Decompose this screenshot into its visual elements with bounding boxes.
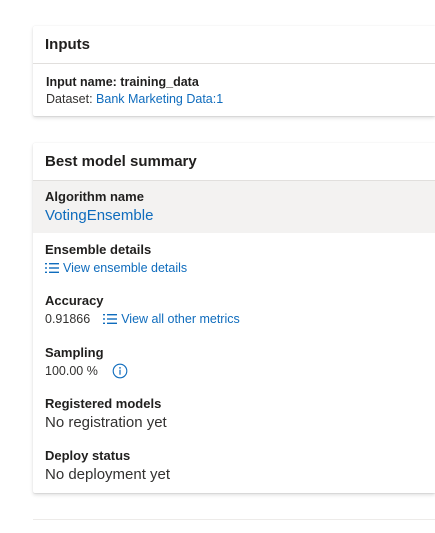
deploy-status-label: Deploy status [45, 448, 131, 463]
algorithm-section: Algorithm name VotingEnsemble [33, 181, 435, 233]
algorithm-link[interactable]: VotingEnsemble [45, 206, 435, 226]
sampling-section: Sampling 100.00 % [33, 337, 435, 389]
info-icon[interactable] [112, 363, 128, 379]
accuracy-value: 0.91866 [45, 312, 91, 326]
divider [33, 519, 435, 520]
ensemble-label: Ensemble details [45, 242, 152, 257]
accuracy-label: Accuracy [45, 293, 104, 308]
sampling-label: Sampling [45, 345, 104, 360]
sampling-value: 100.00 % [45, 364, 98, 378]
input-name: Input name: training_data [46, 75, 199, 89]
dataset-line: Dataset: Bank Marketing Data:1 [46, 91, 435, 108]
accuracy-section: Accuracy 0.91866 View all other metrics [33, 285, 435, 337]
view-ensemble-details-link[interactable]: View ensemble details [45, 259, 187, 277]
algorithm-label: Algorithm name [45, 189, 144, 204]
dataset-link[interactable]: Bank Marketing Data:1 [96, 92, 223, 106]
deploy-status-section: Deploy status No deployment yet [33, 441, 435, 493]
registered-models-section: Registered models No registration yet [33, 389, 435, 441]
list-icon [45, 263, 59, 273]
best-model-summary-card: Best model summary Algorithm name Voting… [33, 143, 435, 493]
view-all-metrics-link[interactable]: View all other metrics [103, 310, 240, 328]
list-icon [103, 314, 118, 324]
registered-models-value: No registration yet [45, 414, 167, 431]
inputs-card: Inputs Input name: training_data Dataset… [33, 26, 435, 116]
deploy-status-value: No deployment yet [45, 466, 171, 483]
inputs-title: Inputs [33, 26, 435, 64]
view-all-metrics-label: View all other metrics [121, 312, 240, 326]
dataset-label: Dataset: [46, 92, 97, 106]
registered-models-label: Registered models [45, 396, 162, 411]
ensemble-section: Ensemble details View ensemble details [33, 233, 435, 285]
view-ensemble-details-label: View ensemble details [63, 261, 188, 275]
summary-title: Best model summary [33, 143, 435, 181]
